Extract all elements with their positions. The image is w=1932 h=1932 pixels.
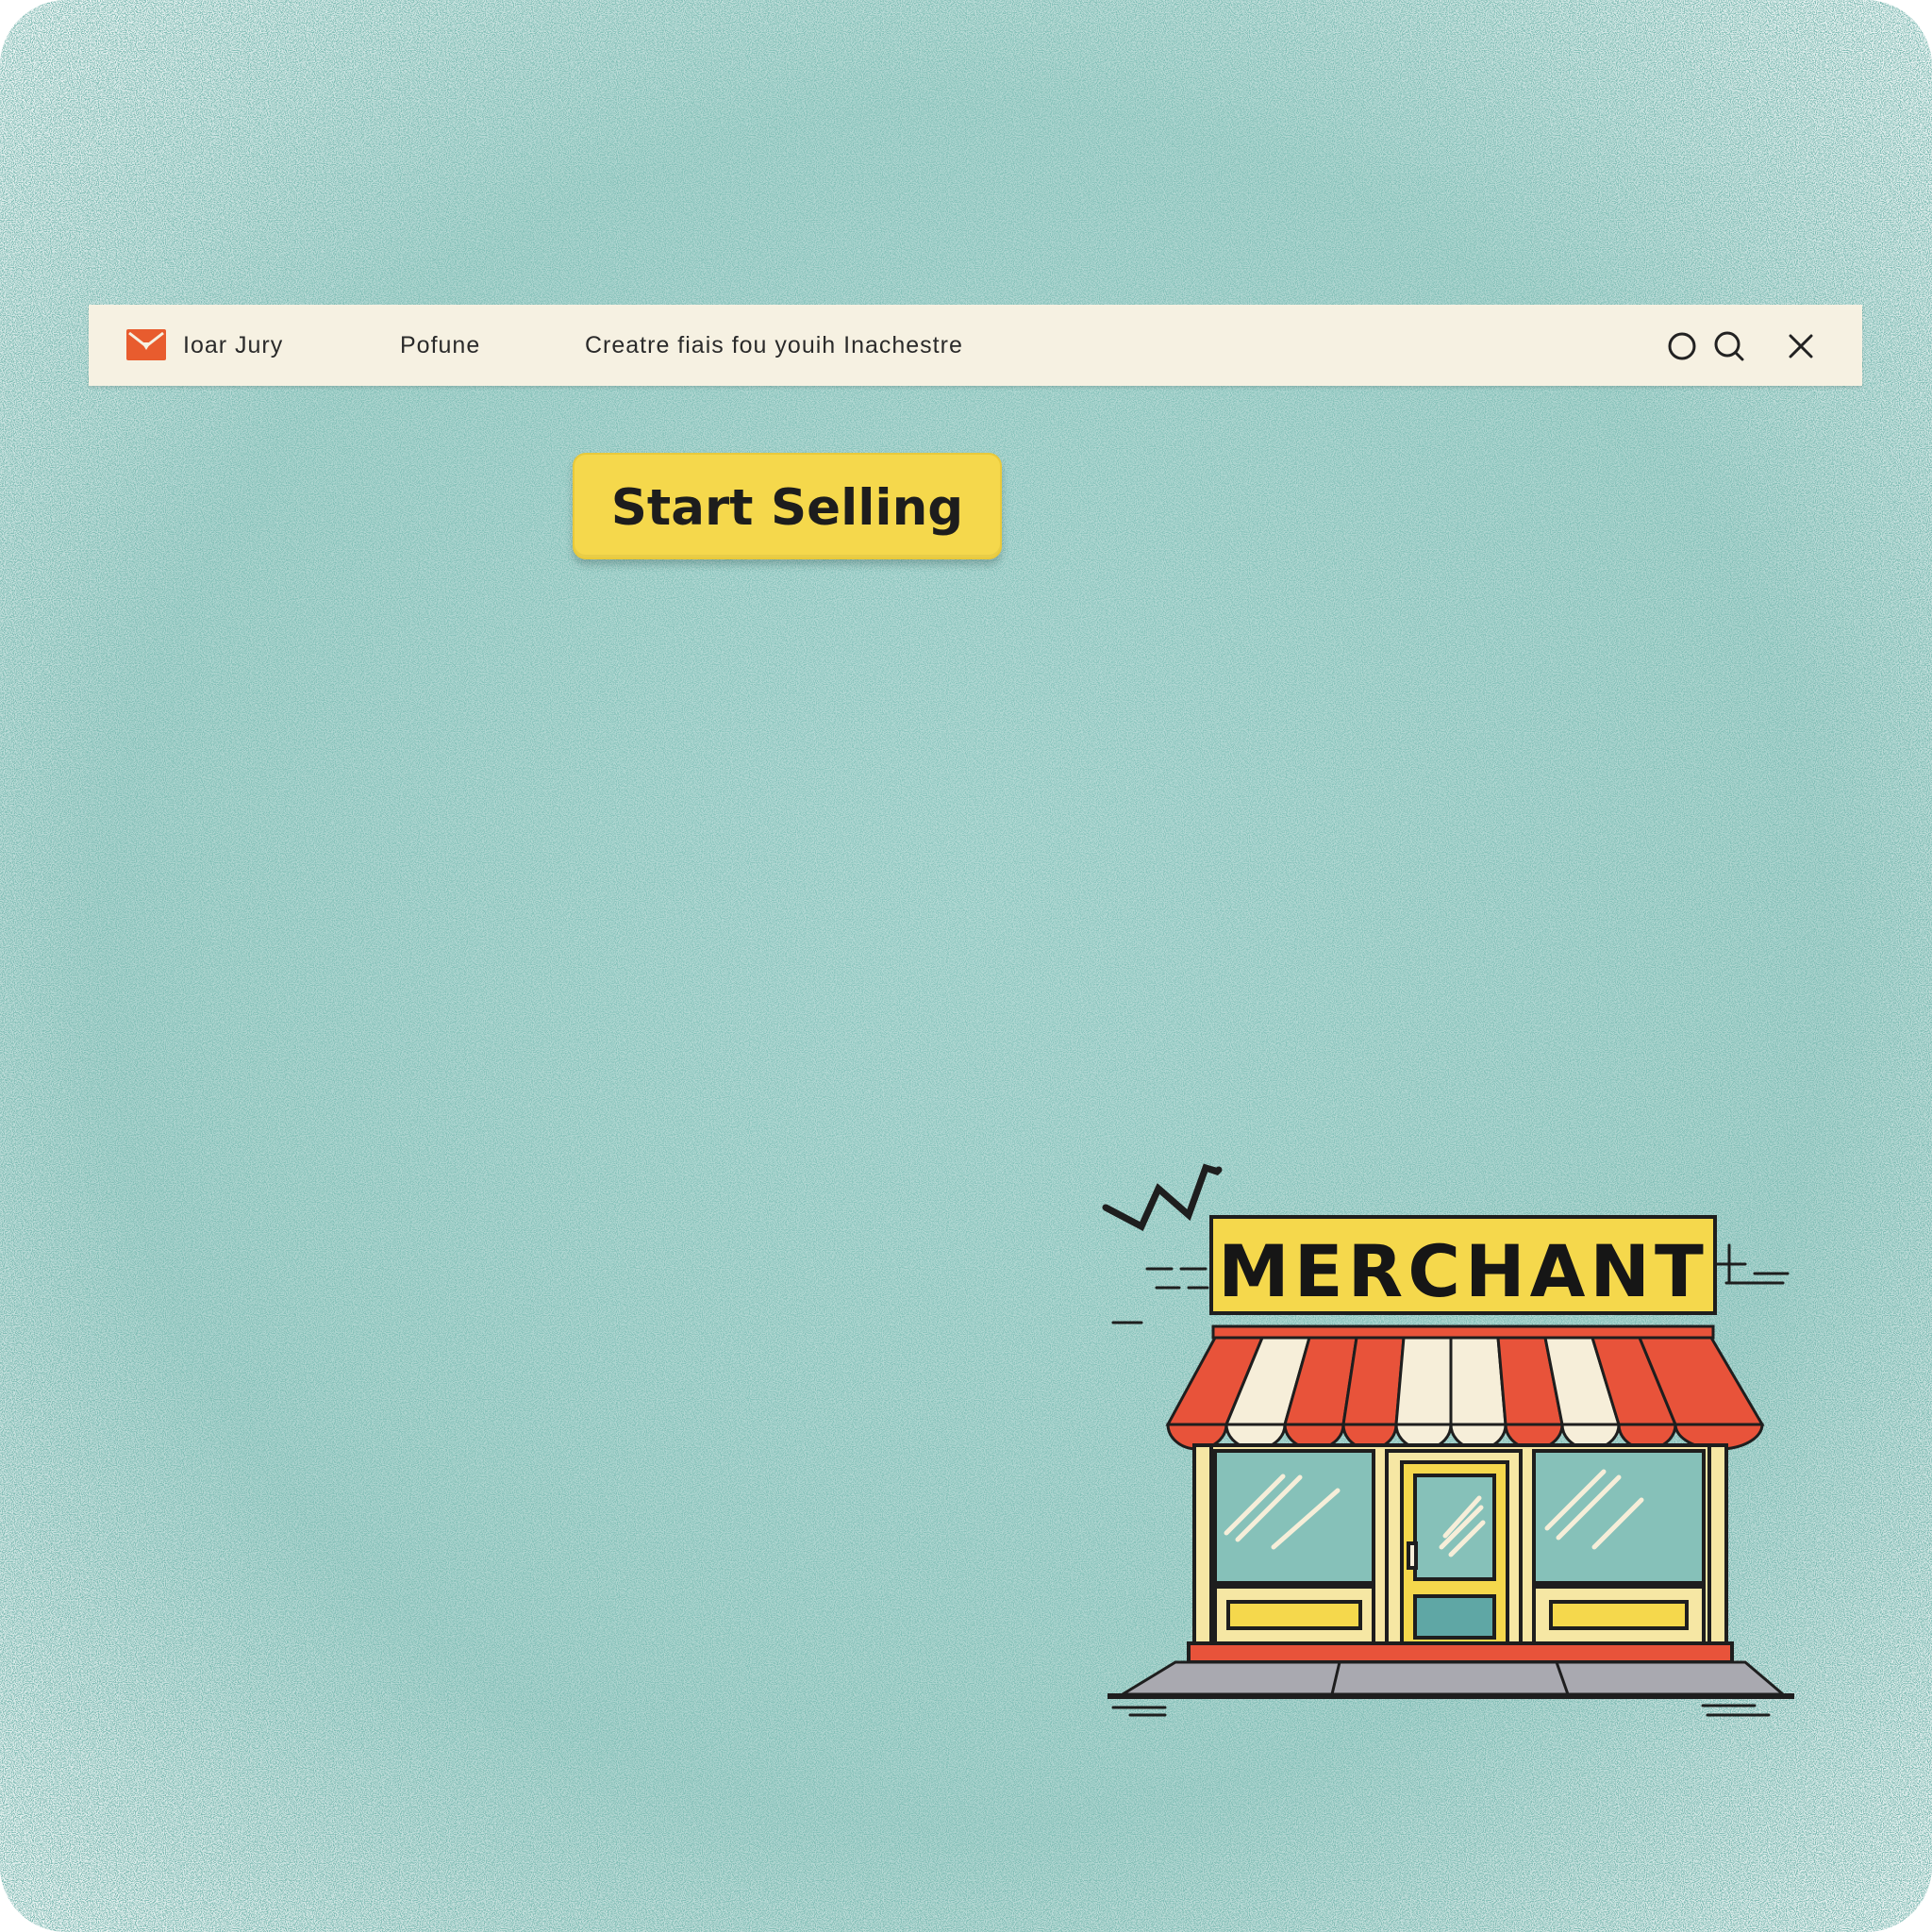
building [1187, 1443, 1734, 1664]
top-bar: Ioar Jury Pofune Creatre fiais fou youih… [89, 305, 1862, 386]
brand-name[interactable]: Ioar Jury [183, 305, 283, 386]
storefront-svg: MERCHANT [1102, 1163, 1794, 1717]
awning [1165, 1336, 1765, 1451]
tagline-text: Creatre fiais fou youih Inachestre [585, 332, 963, 358]
circle-icon[interactable] [1666, 330, 1698, 362]
app-page: Ioar Jury Pofune Creatre fiais fou youih… [0, 0, 1932, 1932]
mail-envelope-icon[interactable] [126, 329, 166, 360]
search-icon[interactable] [1713, 330, 1745, 362]
storefront-illustration: MERCHANT [1085, 1151, 1802, 1717]
close-icon[interactable] [1785, 330, 1817, 362]
sidewalk [1108, 1660, 1794, 1699]
merchant-sign-text: MERCHANT [1218, 1229, 1708, 1313]
nav-item-profile[interactable]: Pofune [400, 305, 480, 386]
start-selling-button[interactable]: Start Selling [573, 453, 1002, 559]
